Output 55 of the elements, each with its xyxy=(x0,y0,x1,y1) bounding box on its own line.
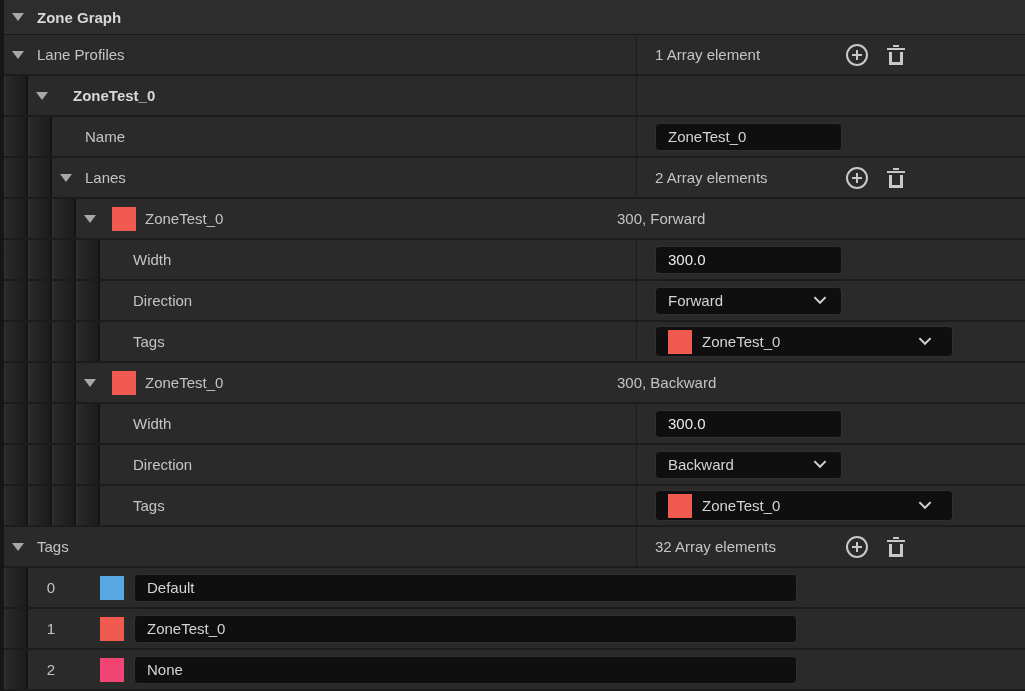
property-label: ZoneTest_0 xyxy=(73,87,156,104)
property-label: Lane Profiles xyxy=(37,46,125,63)
add-element-icon[interactable] xyxy=(845,165,869,190)
property-label: Tags xyxy=(133,333,165,350)
expand-arrow-icon[interactable] xyxy=(12,542,24,551)
expand-arrow-icon[interactable] xyxy=(60,173,72,182)
lane-summary: 300, Forward xyxy=(617,210,707,227)
property-label: Width xyxy=(133,251,172,268)
tag-name-field[interactable]: None xyxy=(134,655,797,684)
lane-color-swatch[interactable] xyxy=(112,370,136,395)
property-label: Direction xyxy=(133,292,193,309)
category-header[interactable]: Zone Graph xyxy=(4,0,1025,35)
lane-color-swatch[interactable] xyxy=(112,206,136,231)
expand-arrow-icon[interactable] xyxy=(12,13,24,21)
expand-arrow-icon[interactable] xyxy=(36,91,48,100)
array-count: 2 Array elements xyxy=(655,169,769,186)
tag-color-swatch[interactable] xyxy=(100,575,124,600)
input-field[interactable]: ZoneTest_0 xyxy=(655,122,842,151)
tag-dropdown[interactable]: ZoneTest_0 xyxy=(655,326,953,357)
tag-color-swatch[interactable] xyxy=(100,657,124,682)
expand-arrow-icon[interactable] xyxy=(12,50,24,59)
direction-dropdown[interactable]: Backward xyxy=(655,450,842,479)
chevron-down-icon xyxy=(918,501,932,510)
property-label: Width xyxy=(133,415,172,432)
trash-icon[interactable] xyxy=(884,534,908,559)
array-index: 2 xyxy=(45,661,57,678)
chevron-down-icon xyxy=(918,337,932,346)
property-label: Name xyxy=(85,128,125,145)
trash-icon[interactable] xyxy=(884,165,908,190)
property-label: Tags xyxy=(37,538,69,555)
property-label: Lanes xyxy=(85,169,126,186)
array-index: 1 xyxy=(45,620,57,637)
chevron-down-icon xyxy=(813,460,827,469)
property-label: ZoneTest_0 xyxy=(145,210,224,227)
array-count: 1 Array element xyxy=(655,46,762,63)
property-label: ZoneTest_0 xyxy=(145,374,224,391)
tag-color-swatch[interactable] xyxy=(100,616,124,641)
category-title: Zone Graph xyxy=(37,8,122,26)
property-label: Direction xyxy=(133,456,193,473)
chevron-down-icon xyxy=(813,296,827,305)
direction-dropdown[interactable]: Forward xyxy=(655,286,842,315)
add-element-icon[interactable] xyxy=(845,42,869,67)
add-element-icon[interactable] xyxy=(845,534,869,559)
expand-arrow-icon[interactable] xyxy=(84,378,96,387)
property-label: Tags xyxy=(133,497,165,514)
tag-name-field[interactable]: ZoneTest_0 xyxy=(134,614,797,643)
lane-summary: 300, Backward xyxy=(617,374,718,391)
expand-arrow-icon[interactable] xyxy=(84,214,96,223)
array-index: 0 xyxy=(45,579,57,596)
trash-icon[interactable] xyxy=(884,42,908,67)
tag-dropdown[interactable]: ZoneTest_0 xyxy=(655,490,953,521)
tag-name-field[interactable]: Default xyxy=(134,573,797,602)
input-field[interactable]: 300.0 xyxy=(655,245,842,274)
input-field[interactable]: 300.0 xyxy=(655,409,842,438)
array-count: 32 Array elements xyxy=(655,538,777,555)
